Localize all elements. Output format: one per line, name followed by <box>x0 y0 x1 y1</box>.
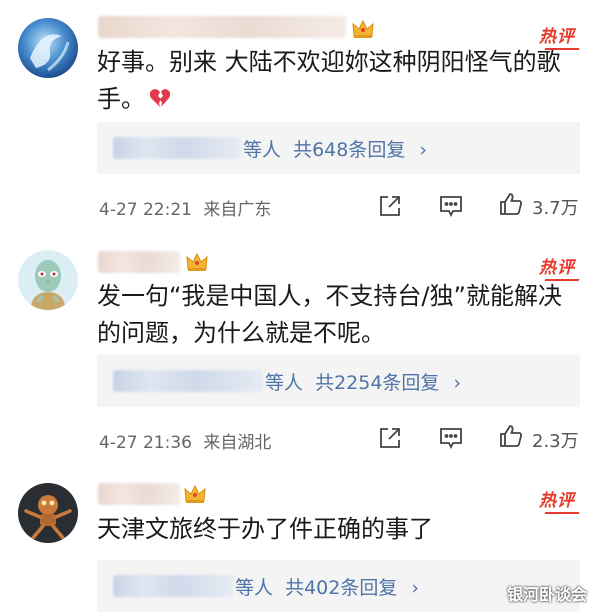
comment-text: 发一句“我是中国人，不支持台/独”就能解决的问题，为什么就是不呢。 <box>97 282 562 347</box>
comment-text: 好事。别来 大陆不欢迎妳这种阴阳怪气的歌手。 <box>97 44 573 119</box>
reply-suffix: 等人 <box>265 372 304 394</box>
reply-suffix: 等人 <box>243 139 282 161</box>
reply-count[interactable]: 共648条回复 <box>293 139 405 161</box>
like-count: 2.3万 <box>532 431 579 452</box>
reply-names-blurred <box>113 137 241 159</box>
watermark: 银河卧谈会 <box>506 585 587 604</box>
username-blurred[interactable] <box>98 251 180 273</box>
location: 来自广东 <box>203 200 272 220</box>
chevron-right-icon: › <box>411 577 419 599</box>
reply-summary[interactable]: 等人 共648条回复 › <box>97 122 580 174</box>
location: 来自湖北 <box>203 433 272 453</box>
username-blurred[interactable] <box>98 16 346 38</box>
reply-count[interactable]: 共2254条回复 <box>315 372 439 394</box>
reply-names-blurred <box>113 370 263 392</box>
share-icon[interactable] <box>377 193 403 219</box>
reply-names-blurred <box>113 575 233 597</box>
crown-icon <box>351 18 375 40</box>
chevron-right-icon: › <box>453 372 462 394</box>
like-icon[interactable] <box>498 423 524 449</box>
avatar[interactable] <box>18 483 78 543</box>
share-icon[interactable] <box>377 425 403 451</box>
broken-heart-icon <box>149 82 171 119</box>
hot-comment-badge: 热评 <box>539 486 575 511</box>
like-icon[interactable] <box>498 191 524 217</box>
avatar[interactable] <box>18 18 78 78</box>
comment-meta: 4-27 21:36 来自湖北 <box>99 428 271 453</box>
comment-meta: 4-27 22:21 来自广东 <box>99 195 271 220</box>
comment-icon[interactable] <box>438 193 464 219</box>
crown-icon <box>185 251 209 273</box>
avatar[interactable] <box>18 250 78 310</box>
timestamp: 4-27 22:21 <box>99 200 192 220</box>
reply-count[interactable]: 共402条回复 <box>285 577 397 599</box>
comment-icon[interactable] <box>438 425 464 451</box>
reply-suffix: 等人 <box>235 577 274 599</box>
crown-icon <box>183 483 207 505</box>
comment-text: 天津文旅终于办了件正确的事了 <box>97 515 433 543</box>
like-count: 3.7万 <box>532 198 579 219</box>
username-blurred[interactable] <box>98 483 180 505</box>
reply-summary[interactable]: 等人 共2254条回复 › <box>97 355 580 407</box>
timestamp: 4-27 21:36 <box>99 433 192 453</box>
chevron-right-icon: › <box>419 139 427 161</box>
hot-comment-badge: 热评 <box>539 253 575 278</box>
